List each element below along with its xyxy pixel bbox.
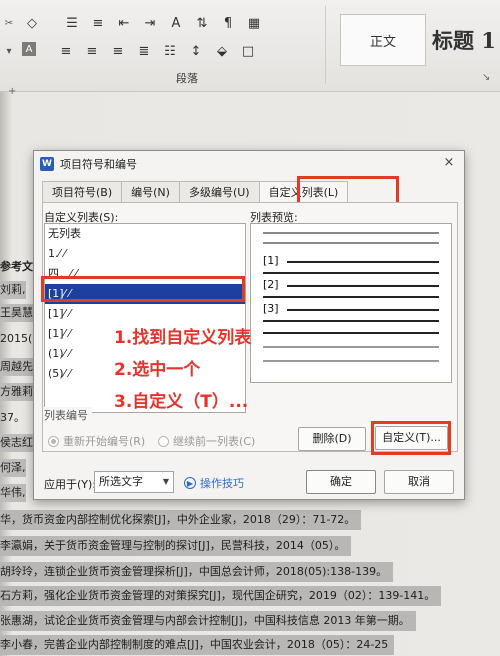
- ribbon-group-label: 段落: [176, 72, 198, 85]
- play-icon: ▶: [184, 477, 196, 489]
- preview-line: [263, 242, 439, 244]
- show-marks-icon[interactable]: ¶: [218, 14, 238, 32]
- ribbon-row-2: ▾ A ≡ ≡ ≡ ≣ ☷ ↕ ⬙ □: [2, 42, 258, 60]
- preview-line: [263, 332, 439, 334]
- restart-numbering-label: 重新开始编号(R): [63, 435, 146, 448]
- preview-line: [263, 320, 439, 322]
- doc-text-line: 张惠湖，试论企业货币资金管理与内部会计控制[J]，中国科技信息 2013 年第一…: [0, 611, 416, 631]
- doc-text-line: 李小春，完善企业内部控制制度的难点[J]，中国农业会计，2018（05）：24-…: [0, 635, 395, 655]
- align-center-icon[interactable]: ≡: [82, 42, 102, 60]
- preview-line: [287, 261, 439, 263]
- chevron-down-icon: ▼: [162, 477, 169, 486]
- customize-highlight-box: [371, 421, 451, 455]
- doc-fragment: 37。: [0, 411, 25, 424]
- custom-list-box[interactable]: 无列表 1.⁄ ⁄ 四．⁄ ⁄ [1]⁄ ⁄ [1]⁄ ⁄ [1]⁄ ⁄ (1)…: [44, 223, 246, 413]
- radio-dot-icon: [158, 435, 169, 447]
- doc-text-line: 石方莉，强化企业货币资金管理的对策探究[J]，现代国企研究，2019（02）：1…: [0, 586, 442, 606]
- tips-link[interactable]: ▶ 操作技巧: [184, 475, 244, 491]
- indent-icon[interactable]: ⇥: [140, 14, 160, 32]
- list-item[interactable]: 1.⁄ ⁄: [45, 244, 245, 264]
- preview-number: [3]: [263, 302, 279, 315]
- ok-button[interactable]: 确定: [306, 470, 376, 494]
- shading-icon[interactable]: ⬙: [212, 42, 232, 60]
- doc-fragment: 周越先: [0, 358, 33, 376]
- doc-fragment: 侯志红: [0, 434, 33, 452]
- preview-line: [263, 272, 439, 274]
- borders-icon[interactable]: ▦: [244, 14, 264, 32]
- ribbon-toolbar: ✂ ◇ ☰ ≡ ⇤ ⇥ A ⇅ ¶ ▦ ▾ A ≡ ≡ ≡ ≣ ☷ ↕ ⬙ □ …: [0, 0, 500, 92]
- preview-number: [2]: [263, 278, 279, 291]
- ribbon-divider: [325, 6, 326, 84]
- doc-fragment: 方雅莉: [0, 383, 33, 401]
- dialog-title: 项目符号和编号: [60, 158, 137, 171]
- border-box-icon[interactable]: □: [238, 42, 258, 60]
- align-left-icon[interactable]: ≡: [56, 42, 76, 60]
- preview-line: [263, 296, 439, 298]
- preview-line: [263, 360, 439, 362]
- cancel-button[interactable]: 取消: [384, 470, 454, 494]
- annotation-step-1: 1.找到自定义列表: [114, 328, 252, 348]
- apply-to-select[interactable]: 所选文字 ▼: [94, 471, 174, 493]
- margin-marker: +: [8, 86, 17, 97]
- doc-fragment: 华伟,: [0, 484, 26, 502]
- wps-app-icon: W: [40, 157, 54, 171]
- sort-icon[interactable]: ⇅: [192, 14, 212, 32]
- list-bullets-icon[interactable]: ☰: [62, 14, 82, 32]
- outdent-icon[interactable]: ⇤: [114, 14, 134, 32]
- annotation-step-3: 3.自定义（T）...: [114, 392, 249, 412]
- doc-text-line: 胡玲玲，连锁企业货币资金管理探析[J]，中国总会计师，2018(05):138-…: [0, 562, 394, 582]
- list-numbering-group-label: 列表编号: [44, 407, 92, 423]
- annotation-step-2: 2.选中一个: [114, 360, 201, 380]
- style-normal-button[interactable]: 正文: [340, 14, 426, 66]
- list-preview-box: [1] [2] [3]: [250, 223, 452, 383]
- distribute-icon[interactable]: ☷: [160, 42, 180, 60]
- doc-fragment: 2015(: [0, 332, 33, 345]
- preview-line: [287, 309, 439, 311]
- doc-text-line: 李瀛娟，关于货币资金管理与控制的探讨[J]，民营科技，2014（05）。: [0, 536, 352, 556]
- doc-fragment: 参考文: [0, 260, 33, 273]
- doc-text-line: 华，货币资金内部控制优化探索[J]，中外企业家，2018（29）：71-72。: [0, 510, 362, 530]
- bullets-numbering-dialog: W 项目符号和编号 × 项目符号(B) 编号(N) 多级编号(U) 自定义列表(…: [33, 150, 465, 500]
- restart-numbering-radio[interactable]: 重新开始编号(R): [48, 433, 145, 449]
- item-highlight-box: [41, 276, 245, 302]
- tab-numbering[interactable]: 编号(N): [121, 181, 180, 203]
- tab-bullets[interactable]: 项目符号(B): [42, 181, 123, 203]
- tips-link-label: 操作技巧: [200, 477, 244, 490]
- line-spacing-icon[interactable]: ↕: [186, 42, 206, 60]
- doc-fragment: 何泽,: [0, 459, 26, 477]
- tab-multilevel[interactable]: 多级编号(U): [178, 181, 260, 203]
- eraser-icon[interactable]: ◇: [22, 14, 42, 32]
- style-heading-button[interactable]: 标题 1: [432, 14, 500, 66]
- list-numbers-icon[interactable]: ≡: [88, 14, 108, 32]
- text-direction-icon[interactable]: A: [166, 14, 186, 32]
- dialog-titlebar[interactable]: W 项目符号和编号: [34, 151, 464, 177]
- justify-icon[interactable]: ≣: [134, 42, 154, 60]
- preview-number: [1]: [263, 254, 279, 267]
- brush-icon[interactable]: ▾: [2, 42, 16, 60]
- doc-fragment: 刘莉,: [0, 281, 26, 299]
- list-item[interactable]: 无列表: [45, 224, 245, 244]
- list-item[interactable]: [1]⁄ ⁄: [45, 304, 245, 324]
- apply-to-value: 所选文字: [99, 475, 143, 488]
- preview-line: [263, 346, 439, 348]
- doc-fragment: 王昊慧: [0, 304, 33, 322]
- scissors-icon[interactable]: ✂: [2, 14, 16, 32]
- align-right-icon[interactable]: ≡: [108, 42, 128, 60]
- preview-line: [287, 285, 439, 287]
- continue-list-radio[interactable]: 继续前一列表(C): [158, 433, 255, 449]
- apply-to-label: 应用于(Y):: [44, 478, 97, 491]
- dialog-launcher-icon[interactable]: ↘: [482, 72, 490, 83]
- close-icon[interactable]: ×: [442, 156, 456, 170]
- preview-line: [263, 232, 439, 234]
- font-a-icon[interactable]: A: [22, 42, 36, 56]
- radio-dot-icon: [48, 435, 59, 447]
- continue-list-label: 继续前一列表(C): [173, 435, 256, 448]
- ribbon-row-1: ✂ ◇ ☰ ≡ ⇤ ⇥ A ⇅ ¶ ▦: [2, 14, 264, 32]
- delete-button[interactable]: 删除(D): [298, 427, 366, 451]
